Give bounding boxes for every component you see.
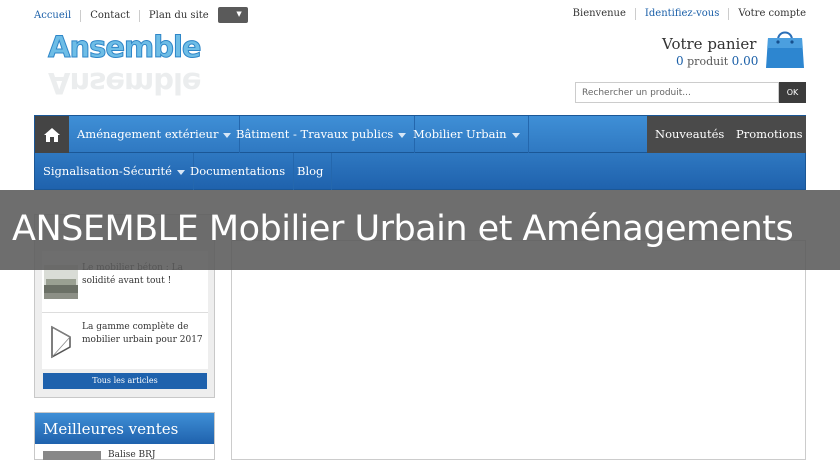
- top-links: Accueil Contact Plan du site ▼: [34, 7, 248, 24]
- nav-item-documentations[interactable]: Documentations: [182, 153, 295, 190]
- nav-label: Aménagement extérieur: [77, 127, 219, 141]
- logo-reflection: Ansemble: [48, 66, 201, 100]
- nav-row-2: Signalisation-Sécurité Documentations Bl…: [35, 153, 805, 190]
- nav-row-1: Aménagement extérieur Bâtiment - Travaux…: [35, 116, 806, 153]
- nav-label: Mobilier Urbain: [413, 127, 507, 141]
- best-sellers-block: Meilleures ventes Balise BRJ: [34, 412, 215, 460]
- caret-down-icon: [511, 132, 520, 138]
- welcome-text: Bienvenue: [572, 8, 626, 19]
- all-articles-button[interactable]: Tous les articles: [43, 373, 207, 389]
- nav-item-mobilier-urbain[interactable]: Mobilier Urbain: [405, 116, 529, 153]
- nav-label: Signalisation-Sécurité: [43, 164, 172, 178]
- product-name[interactable]: Balise BRJ: [108, 450, 156, 460]
- site-logo[interactable]: Ansemble Ansemble: [46, 30, 203, 102]
- nav-item-amenagement[interactable]: Aménagement extérieur: [69, 116, 241, 153]
- main-navigation: Aménagement extérieur Bâtiment - Travaux…: [34, 115, 806, 190]
- account-link[interactable]: Votre compte: [728, 8, 806, 20]
- nav-item-nouveautes[interactable]: Nouveautés: [647, 116, 734, 153]
- logo-text: Ansemble: [48, 30, 203, 65]
- cart-total: 0.00: [731, 54, 759, 68]
- list-item[interactable]: La gamme complète de mobilier urbain pou…: [42, 313, 208, 369]
- login-link[interactable]: Identifiez-vous: [634, 8, 728, 20]
- banner-title: ANSEMBLE Mobilier Urbain et Aménagements: [12, 209, 794, 249]
- cart-summary[interactable]: 0 produit 0.00: [676, 54, 758, 68]
- nav-item-blog[interactable]: Blog: [289, 153, 333, 190]
- article-thumbnail: [44, 325, 78, 359]
- home-icon[interactable]: [35, 116, 69, 153]
- language-select[interactable]: ▼: [217, 7, 248, 23]
- link-accueil[interactable]: Accueil: [34, 10, 80, 22]
- article-title: La gamme complète de mobilier urbain pou…: [82, 322, 203, 345]
- product-thumbnail[interactable]: [43, 451, 101, 460]
- search-input[interactable]: Rechercher un produit...: [575, 82, 779, 103]
- search-button[interactable]: OK: [779, 82, 806, 103]
- article-thumbnail: [44, 265, 78, 299]
- nav-item-batiment[interactable]: Bâtiment - Travaux publics: [228, 116, 416, 153]
- main-content: [231, 240, 806, 460]
- cart-count-label: produit: [687, 55, 729, 68]
- nav-item-signalisation[interactable]: Signalisation-Sécurité: [35, 153, 194, 190]
- best-sellers-title: Meilleures ventes: [35, 413, 214, 444]
- top-bar: Accueil Contact Plan du site ▼ Bienvenue…: [0, 0, 840, 28]
- link-plan-du-site[interactable]: Plan du site: [138, 10, 218, 22]
- nav-label: Bâtiment - Travaux publics: [236, 127, 394, 141]
- cart-count: 0: [676, 54, 684, 68]
- account-links: Bienvenue Identifiez-vous Votre compte: [564, 8, 806, 20]
- cart-title[interactable]: Votre panier: [662, 35, 756, 53]
- title-banner: ANSEMBLE Mobilier Urbain et Aménagements: [0, 190, 840, 270]
- shopping-bag-icon[interactable]: [764, 26, 806, 70]
- link-contact[interactable]: Contact: [80, 10, 139, 22]
- nav-item-promotions[interactable]: Promotions: [728, 116, 806, 153]
